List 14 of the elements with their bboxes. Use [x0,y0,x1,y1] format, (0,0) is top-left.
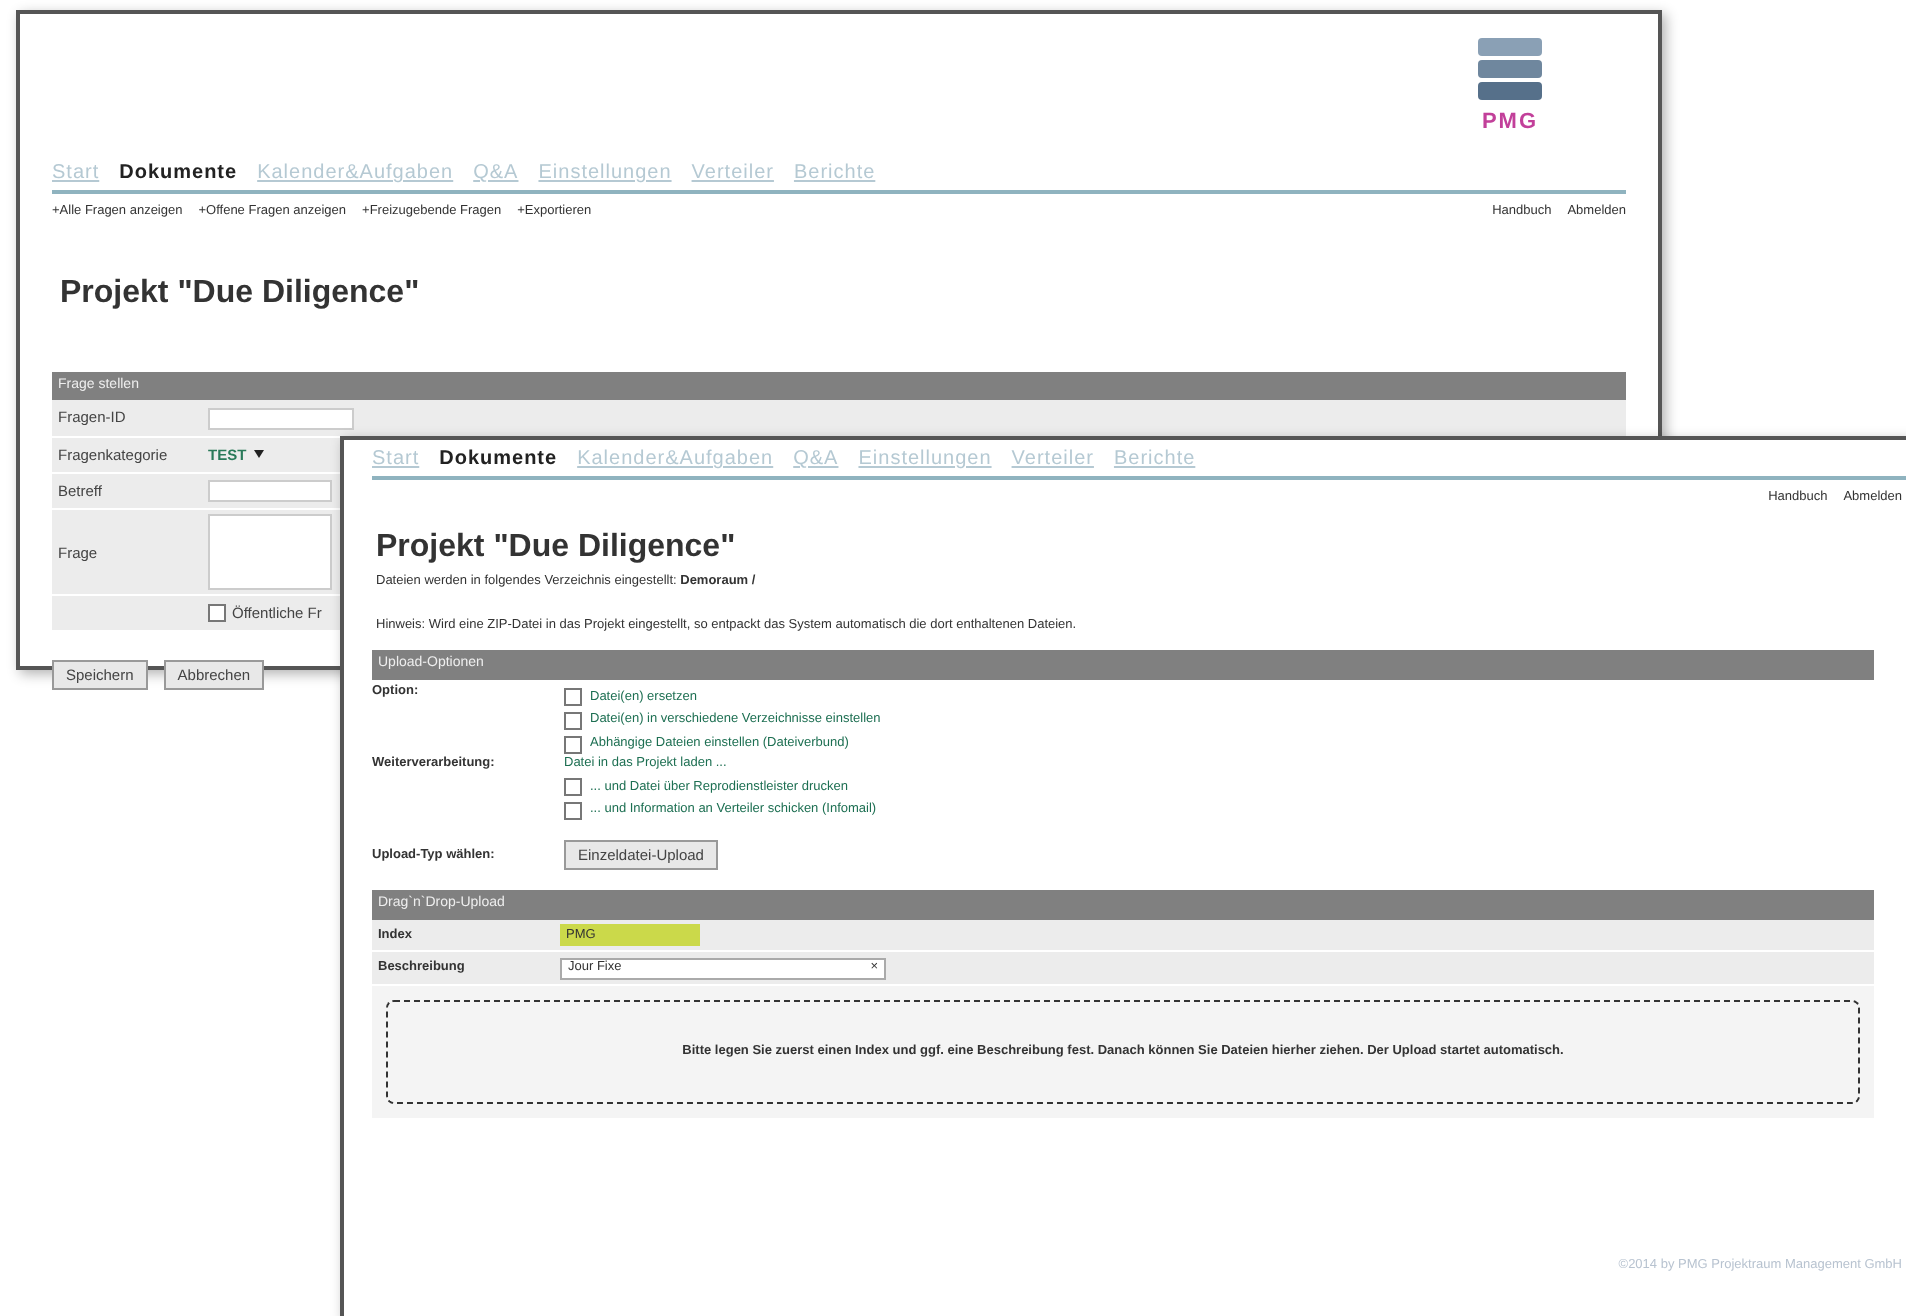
checkbox[interactable] [564,778,582,797]
nav-tab[interactable]: Dokumente [439,444,558,474]
logo: PMG [1474,38,1546,158]
checkbox[interactable] [564,735,582,754]
checkbox[interactable] [208,604,226,623]
input-field[interactable] [208,480,332,503]
checkbox[interactable] [564,802,582,821]
nav-tab[interactable]: Dokumente [119,158,238,188]
checkbox[interactable] [564,712,582,731]
caret-icon [254,450,265,459]
checkbox[interactable] [564,688,582,707]
page-title: Projekt "Due Diligence" [376,527,738,566]
input-field[interactable] [208,407,354,430]
page-title: Projekt "Due Diligence" [60,273,422,312]
